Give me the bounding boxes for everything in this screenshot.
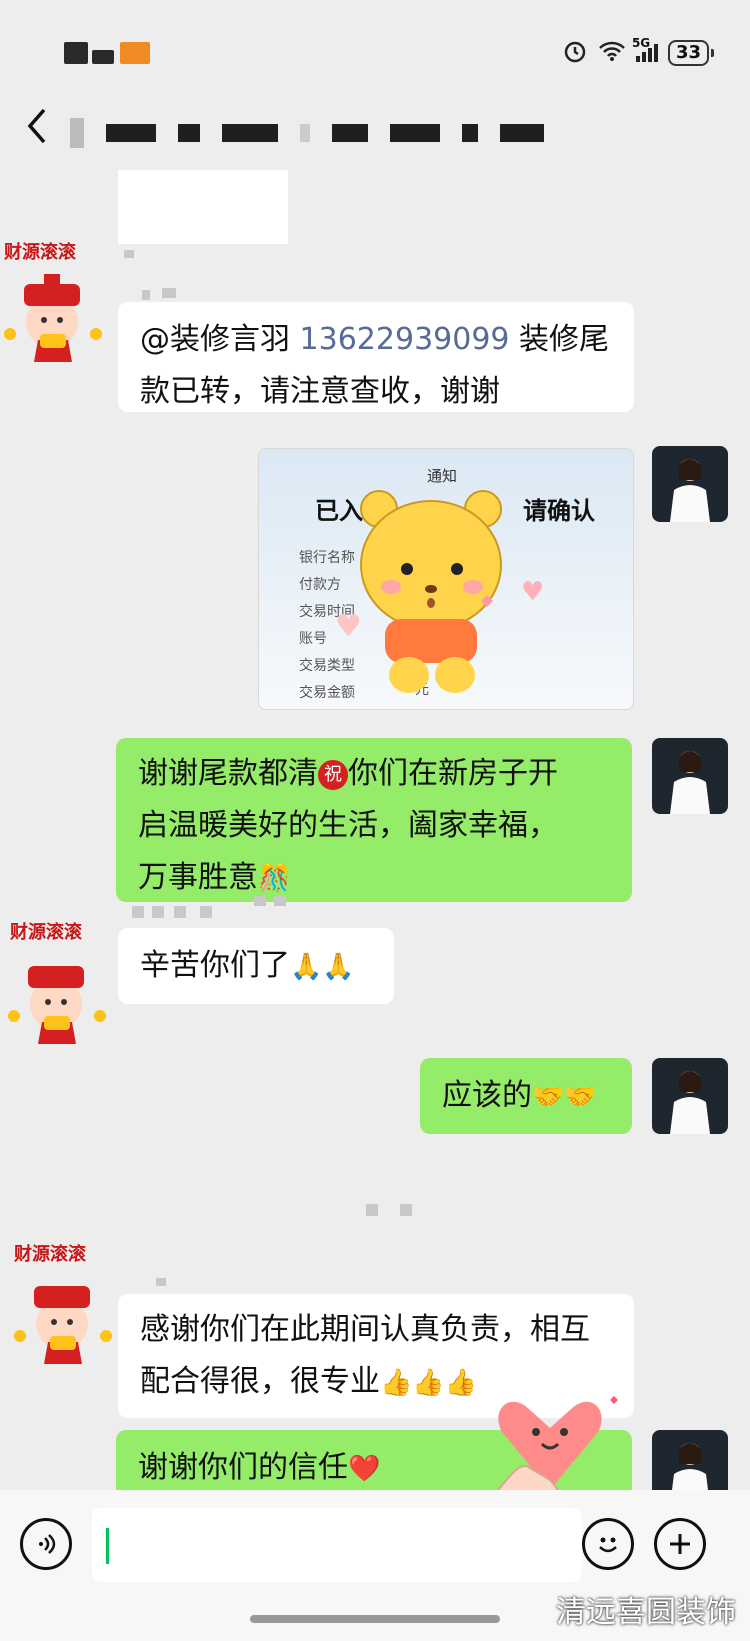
avatar[interactable]: 财源滚滚 xyxy=(0,236,110,366)
pray-icon: 🙏🙏 xyxy=(290,951,355,982)
notice-row: 付款方 xyxy=(299,577,341,593)
message-text-part: 万事胜意 xyxy=(138,860,258,895)
avatar[interactable] xyxy=(652,738,728,814)
sender-name-redacted xyxy=(174,906,186,918)
plus-icon[interactable] xyxy=(654,1518,706,1570)
alarm-icon xyxy=(562,38,588,68)
chat-header xyxy=(0,100,750,170)
message-list[interactable]: 财源滚滚 @装修言羽 13622939099 装修尾 款已转，请注意查收，谢谢 … xyxy=(0,170,750,1506)
battery-tip xyxy=(711,49,714,57)
message-text-line: 万事胜意🎊 xyxy=(138,852,610,905)
previous-message-fragment xyxy=(118,170,288,244)
thumbs-up-icon: 👍👍👍 xyxy=(380,1367,478,1398)
sender-name-redacted xyxy=(156,1278,166,1286)
status-icons: 5G 33 xyxy=(562,36,714,68)
heart-icon: ♥ xyxy=(521,577,545,607)
message-text-line: 感谢你们在此期间认真负责，相互 xyxy=(140,1312,590,1347)
sender-name-redacted xyxy=(162,288,176,298)
message-text-part: 装修尾 xyxy=(509,322,610,357)
message-text: @装修言羽 13622939099 装修尾 xyxy=(140,314,612,366)
avatar[interactable] xyxy=(652,446,728,522)
notice-row: 交易类型 xyxy=(299,658,355,674)
home-indicator[interactable] xyxy=(250,1615,500,1623)
message-text-line: 启温暖美好的生活，阖家幸福， xyxy=(138,808,558,843)
avatar-label: 财源滚滚 xyxy=(4,242,76,263)
voice-icon[interactable] xyxy=(20,1518,72,1570)
message-bubble[interactable]: 辛苦你们了🙏🙏 xyxy=(118,928,394,1004)
battery-indicator: 33 xyxy=(667,40,709,66)
time-redacted xyxy=(92,50,114,64)
sender-name-redacted xyxy=(132,906,144,918)
handshake-icon: 🤝🤝 xyxy=(532,1081,597,1112)
phone-link[interactable]: 13622939099 xyxy=(300,322,510,357)
heart-icon: ❤️ xyxy=(348,1453,381,1484)
notice-title-right: 请确认 xyxy=(523,497,595,525)
avatar[interactable]: 财源滚滚 xyxy=(4,918,112,1046)
bear-sticker xyxy=(360,490,502,693)
notice-row: 交易金额 xyxy=(299,685,355,701)
message-text: 辛苦你们了 xyxy=(140,948,290,983)
heart-icon: ♥ xyxy=(335,609,362,644)
blessing-badge: 祝 xyxy=(318,759,348,790)
sender-name-redacted xyxy=(200,906,212,918)
sender-name-redacted xyxy=(254,896,266,906)
message-text-line: 谢谢尾款都清祝你们在新房子开 xyxy=(138,748,610,800)
message-text: 谢谢你们的信任 xyxy=(138,1450,348,1485)
avatar-label: 财源滚滚 xyxy=(10,922,82,943)
sender-name-redacted xyxy=(142,290,150,300)
message-mention: @装修言羽 xyxy=(140,322,300,357)
sender-name-redacted xyxy=(152,906,164,918)
input-bar: 清远喜圆装饰 xyxy=(0,1490,750,1641)
message-bubble[interactable]: 应该的🤝🤝 xyxy=(420,1058,632,1134)
timestamp-redacted xyxy=(400,1204,412,1216)
text-caret xyxy=(106,1528,109,1564)
notice-row: 银行名称 xyxy=(299,550,355,566)
watermark: 清远喜圆装饰 xyxy=(556,1595,736,1630)
message-input[interactable] xyxy=(92,1508,582,1582)
chat-title-redacted xyxy=(70,118,544,148)
time-redacted xyxy=(64,42,88,64)
message-text-line: 款已转，请注意查收，谢谢 xyxy=(140,374,500,409)
network-type: 5G xyxy=(631,36,651,50)
smile-icon[interactable] xyxy=(582,1518,634,1570)
image-message[interactable]: 通知 已入则 请确认 银行名称 付款方 交易时间 账号 交易类型 交易金额 元 … xyxy=(258,448,634,710)
message-bubble[interactable]: @装修言羽 13622939099 装修尾 款已转，请注意查收，谢谢 xyxy=(118,302,634,412)
message-text-part: 配合得很，很专业 xyxy=(140,1364,380,1399)
message-text-part: 你们在新房子开 xyxy=(348,756,558,791)
message-bubble[interactable]: 谢谢尾款都清祝你们在新房子开 启温暖美好的生活，阖家幸福， 万事胜意🎊 xyxy=(116,738,632,902)
avatar[interactable] xyxy=(652,1058,728,1134)
sender-name-redacted xyxy=(274,896,286,906)
avatar[interactable]: 财源滚滚 xyxy=(10,1240,116,1366)
time-redacted xyxy=(120,42,150,64)
timestamp-redacted xyxy=(366,1204,378,1216)
message-text: 应该的 xyxy=(442,1078,532,1113)
signal-icon: 5G xyxy=(632,36,658,62)
wifi-icon xyxy=(598,40,626,66)
chevron-left-icon[interactable] xyxy=(24,106,48,159)
message-text-part: 谢谢尾款都清 xyxy=(138,756,318,791)
redacted-mark xyxy=(124,250,134,258)
status-bar: 5G 33 xyxy=(0,0,750,100)
avatar-label: 财源滚滚 xyxy=(14,1244,86,1265)
